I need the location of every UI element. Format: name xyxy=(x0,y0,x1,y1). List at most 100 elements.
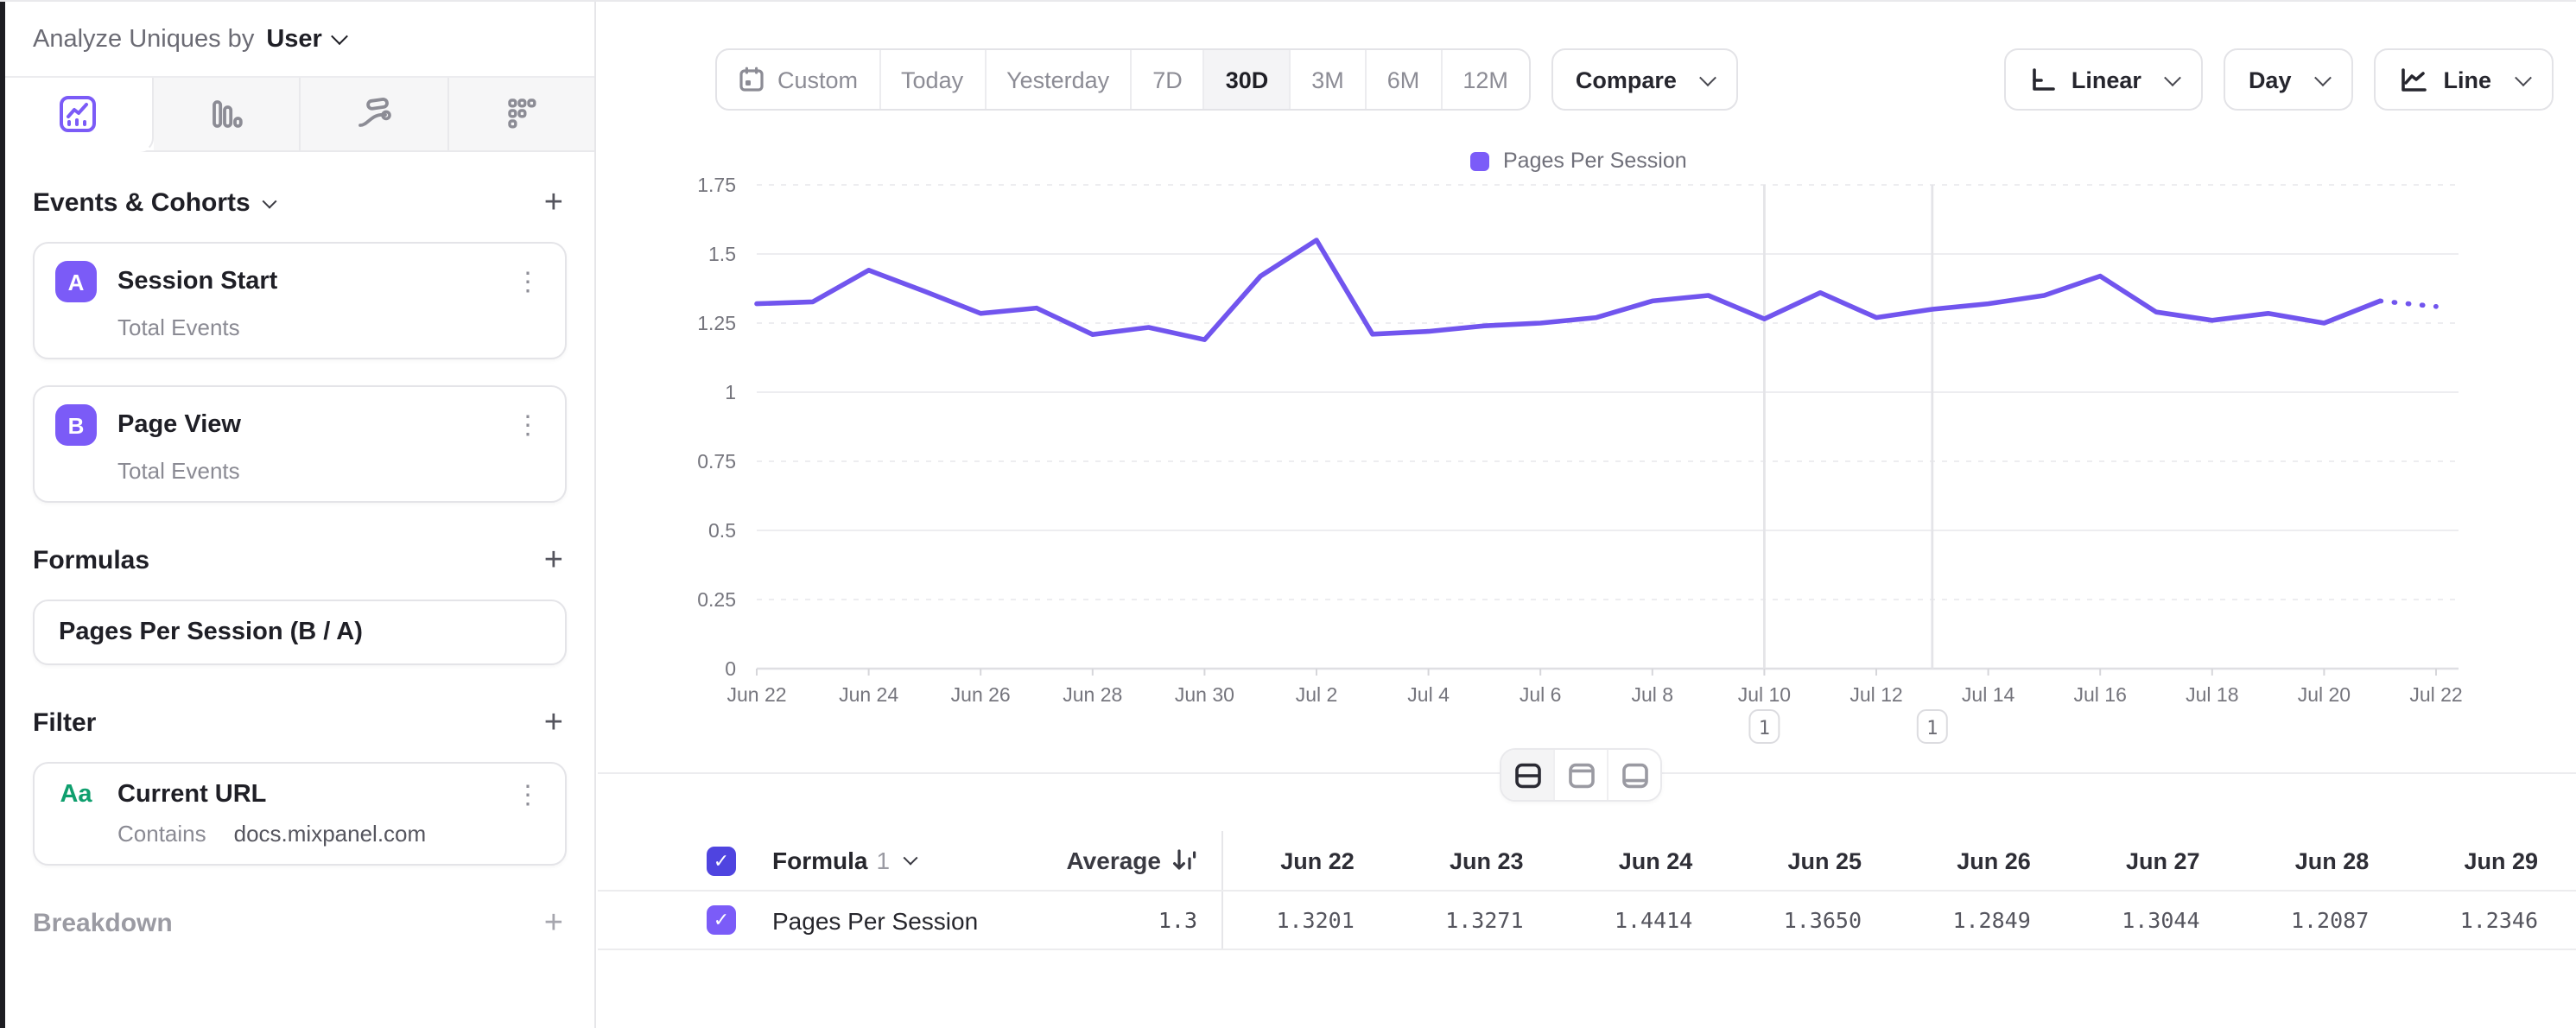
filter-value[interactable]: docs.mixpanel.com xyxy=(234,821,427,847)
event-aggregation[interactable]: Total Events xyxy=(117,314,544,340)
table-cell-value: 1.3650 xyxy=(1730,907,1900,933)
scale-dropdown[interactable]: Linear xyxy=(2004,48,2204,111)
chevron-down-icon xyxy=(2165,68,2182,86)
compare-button[interactable]: Compare xyxy=(1551,48,1739,111)
table-cell-value: 1.2346 xyxy=(2407,907,2576,933)
string-property-icon: Aa xyxy=(55,781,97,809)
table-header-row: ✓ Formula 1 Average xyxy=(598,831,2576,892)
toggle-split-view[interactable] xyxy=(1501,750,1555,800)
app-root: Analyze Uniques by User xyxy=(0,0,2576,1026)
add-event-button[interactable]: + xyxy=(541,187,567,219)
date-range-7d[interactable]: 7D xyxy=(1132,50,1205,109)
chart-only-icon xyxy=(1566,761,1596,789)
table-column-header: Jun 25 xyxy=(1730,847,1900,873)
table-cell-value: 1.3201 xyxy=(1223,907,1393,933)
analyze-entity-dropdown[interactable]: User xyxy=(266,25,346,53)
interval-dropdown[interactable]: Day xyxy=(2224,48,2354,111)
event-card-session-start[interactable]: A Session Start ⋮ Total Events xyxy=(33,242,567,359)
svg-text:Jul 18: Jul 18 xyxy=(2186,683,2238,706)
svg-text:0: 0 xyxy=(725,657,736,680)
toggle-table-only[interactable] xyxy=(1608,750,1660,800)
svg-text:0.75: 0.75 xyxy=(697,450,736,473)
chevron-down-icon xyxy=(904,851,918,866)
filter-operator[interactable]: Contains xyxy=(117,821,206,847)
add-filter-button[interactable]: + xyxy=(541,707,567,739)
date-range-12m[interactable]: 12M xyxy=(1442,50,1529,109)
report-main: CustomToday Yesterday 7D 30D 3M 6M12M Compare… xyxy=(598,2,2576,1028)
svg-text:1.5: 1.5 xyxy=(708,243,736,265)
chevron-down-icon xyxy=(332,28,349,45)
line-chart-svg[interactable]: 00.250.50.7511.251.51.7511Jun 22Jun 24Ju… xyxy=(670,171,2545,758)
interval-label: Day xyxy=(2249,67,2292,92)
event-card-page-view[interactable]: B Page View ⋮ Total Events xyxy=(33,385,567,503)
svg-text:Jul 14: Jul 14 xyxy=(1962,683,2015,706)
chart-type-label: Line xyxy=(2443,67,2491,92)
add-breakdown-button[interactable]: + xyxy=(541,907,567,940)
tab-flows[interactable] xyxy=(301,78,448,150)
filter-property-name: Current URL xyxy=(117,781,266,809)
average-sort-button[interactable]: Average xyxy=(1067,847,1198,874)
chart-legend[interactable]: Pages Per Session xyxy=(1470,149,1687,173)
chevron-down-icon xyxy=(262,194,276,208)
date-range-6m[interactable]: 6M xyxy=(1367,50,1443,109)
svg-text:Jul 20: Jul 20 xyxy=(2298,683,2351,706)
date-range-today[interactable]: Today xyxy=(880,50,986,109)
svg-text:Jul 12: Jul 12 xyxy=(1850,683,1902,706)
filter-card-current-url[interactable]: Aa Current URL ⋮ Contains docs.mixpanel.… xyxy=(33,762,567,866)
svg-text:Jul 4: Jul 4 xyxy=(1407,683,1450,706)
svg-text:Jul 2: Jul 2 xyxy=(1296,683,1338,706)
svg-text:1: 1 xyxy=(1926,718,1938,739)
tab-grid-pivot[interactable] xyxy=(448,78,594,150)
svg-text:Jun 22: Jun 22 xyxy=(726,683,786,706)
table-column-header: Jun 26 xyxy=(1900,847,2069,873)
events-cohorts-header[interactable]: Events & Cohorts xyxy=(33,188,275,218)
tab-insights-chart[interactable] xyxy=(5,78,153,152)
chevron-down-icon xyxy=(1700,68,1717,86)
row-average-value: 1.3 xyxy=(1158,907,1197,933)
event-badge-a: A xyxy=(55,261,97,302)
svg-text:0.5: 0.5 xyxy=(708,519,736,542)
add-formula-button[interactable]: + xyxy=(541,544,567,577)
date-range-yesterday[interactable]: Yesterday xyxy=(986,50,1132,109)
svg-text:1.75: 1.75 xyxy=(697,174,736,196)
table-column-header: Jun 22 xyxy=(1223,847,1393,873)
kebab-menu-icon[interactable]: ⋮ xyxy=(511,269,544,295)
svg-text:Jun 30: Jun 30 xyxy=(1175,683,1234,706)
svg-text:Jul 22: Jul 22 xyxy=(2409,683,2462,706)
table-column-header: Jun 28 xyxy=(2238,847,2408,873)
analyze-label: Analyze Uniques by xyxy=(33,25,254,53)
flows-icon xyxy=(352,92,397,136)
table-date-values: 1.32011.32711.44141.36501.28491.30441.20… xyxy=(1221,892,2576,949)
date-range-label: 30D xyxy=(1226,67,1269,92)
compare-label: Compare xyxy=(1576,67,1677,92)
kebab-menu-icon[interactable]: ⋮ xyxy=(511,412,544,438)
svg-text:1.25: 1.25 xyxy=(697,312,736,334)
formula-card[interactable]: Pages Per Session (B / A) xyxy=(33,600,567,665)
event-badge-b: B xyxy=(55,404,97,446)
date-range-custom[interactable]: Custom xyxy=(717,50,880,109)
chart-type-dropdown[interactable]: Line xyxy=(2374,48,2554,111)
toggle-chart-only[interactable] xyxy=(1555,750,1608,800)
date-range-30d[interactable]: 30D xyxy=(1205,50,1291,109)
average-header-label: Average xyxy=(1067,847,1162,874)
row-checkbox[interactable]: ✓ xyxy=(707,905,736,935)
legend-swatch xyxy=(1470,151,1489,170)
tab-bar-chart[interactable] xyxy=(153,78,301,150)
formula-dropdown[interactable]: Formula 1 xyxy=(772,847,916,874)
event-aggregation[interactable]: Total Events xyxy=(117,458,544,484)
svg-text:Jun 26: Jun 26 xyxy=(951,683,1011,706)
filter-header: Filter xyxy=(33,708,96,738)
date-range-3m[interactable]: 3M xyxy=(1291,50,1367,109)
chart-toolbar: CustomToday Yesterday 7D 30D 3M 6M12M Compare… xyxy=(715,48,2554,111)
formulas-header: Formulas xyxy=(33,546,149,575)
svg-text:0.25: 0.25 xyxy=(697,588,736,611)
date-range-label: 3M xyxy=(1311,67,1344,92)
event-title: Page View xyxy=(117,411,241,439)
select-all-checkbox[interactable]: ✓ xyxy=(707,846,736,875)
kebab-menu-icon[interactable]: ⋮ xyxy=(511,782,544,808)
svg-text:Jun 24: Jun 24 xyxy=(839,683,898,706)
table-column-header: Jun 29 xyxy=(2407,847,2576,873)
table-column-header: Jun 23 xyxy=(1393,847,1562,873)
calendar-icon xyxy=(738,66,765,93)
date-range-label: Yesterday xyxy=(1006,67,1109,92)
